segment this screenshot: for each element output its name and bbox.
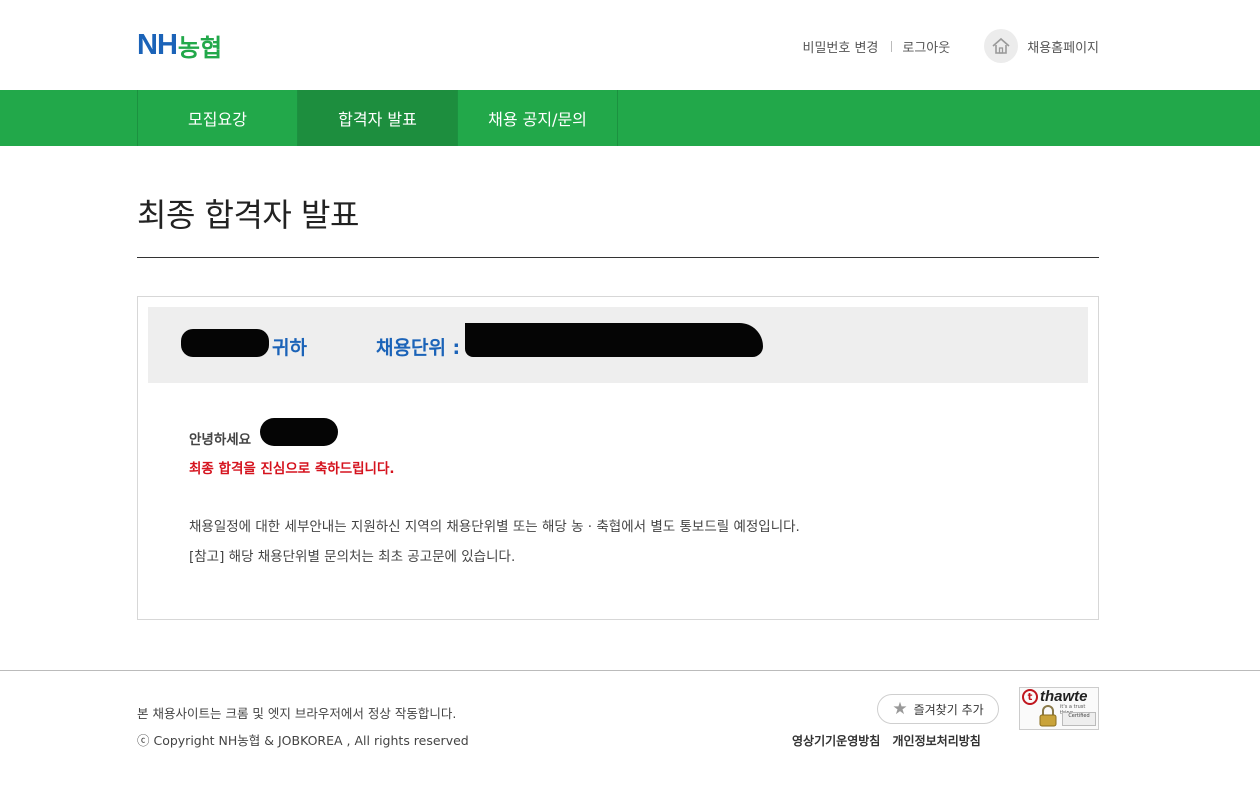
page: NH 농협 비밀번호 변경 로그아웃 채용홈페이지 모집요강 합격자 발표 채용… (0, 0, 1260, 789)
greeting-text: 안녕하세요 (189, 432, 252, 448)
nav-item-notice-inquiry[interactable]: 채용 공지/문의 (458, 90, 618, 146)
greeting: 안녕하세요 (189, 428, 251, 448)
thawte-logo-icon: t (1022, 689, 1038, 705)
browser-note: 본 채용사이트는 크롬 및 엣지 브라우저에서 정상 작동합니다. (137, 706, 457, 721)
certified-badge: Certified (1062, 712, 1096, 726)
thawte-seal[interactable]: t thawte it's a trust thing Certified (1019, 687, 1099, 730)
page-title: 최종 합격자 발표 (137, 196, 359, 234)
logo-latin: NH (137, 28, 178, 61)
name-suffix: 귀하 (272, 337, 307, 359)
copyright: ⓒ Copyright NH농협 & JOBKOREA , All rights… (137, 733, 469, 748)
footer-links: 영상기기운영방침 개인정보처리방침 (792, 732, 989, 749)
notice-schedule: 채용일정에 대한 세부안내는 지원하신 지역의 채용단위별 또는 해당 농 · … (189, 519, 800, 535)
nav-item-results[interactable]: 합격자 발표 (298, 90, 458, 146)
footer-divider (0, 670, 1260, 671)
main-nav: 모집요강 합격자 발표 채용 공지/문의 (0, 90, 1260, 146)
utility-menu: 비밀번호 변경 로그아웃 채용홈페이지 (802, 29, 1099, 63)
change-password-link[interactable]: 비밀번호 변경 (802, 37, 878, 56)
recruit-home-link[interactable]: 채용홈페이지 (984, 29, 1099, 63)
thawte-wordmark: thawte (1040, 688, 1088, 705)
logo-korean: 농협 (177, 33, 223, 62)
nav-item-recruitment-guide[interactable]: 모집요강 (138, 90, 298, 146)
result-header: 귀하 채용단위 : (148, 307, 1088, 383)
favorite-label: 즐겨찾기 추가 (913, 702, 984, 717)
home-link-label: 채용홈페이지 (1027, 40, 1099, 56)
home-icon (984, 29, 1019, 63)
redacted-name (181, 329, 269, 357)
nh-logo[interactable]: NH 농협 (137, 28, 223, 62)
star-icon: ★ (892, 699, 908, 719)
congrats-message: 최종 합격을 진심으로 축하드립니다. (189, 461, 395, 477)
add-favorite-button[interactable]: ★ 즐겨찾기 추가 (877, 694, 999, 724)
lock-icon (1039, 705, 1057, 727)
redacted-unit (465, 323, 763, 357)
title-divider (137, 257, 1099, 258)
notice-contact: [참고] 해당 채용단위별 문의처는 최초 공고문에 있습니다. (189, 549, 516, 565)
privacy-policy-link[interactable]: 개인정보처리방침 (893, 734, 981, 748)
logout-link[interactable]: 로그아웃 (902, 37, 950, 56)
divider (891, 40, 893, 52)
redacted-greeting-name (260, 418, 338, 446)
result-box: 귀하 채용단위 : 안녕하세요 최종 합격을 진심으로 축하드립니다. 채용일정… (137, 296, 1099, 620)
cctv-policy-link[interactable]: 영상기기운영방침 (792, 734, 880, 748)
unit-label: 채용단위 : (376, 337, 461, 359)
